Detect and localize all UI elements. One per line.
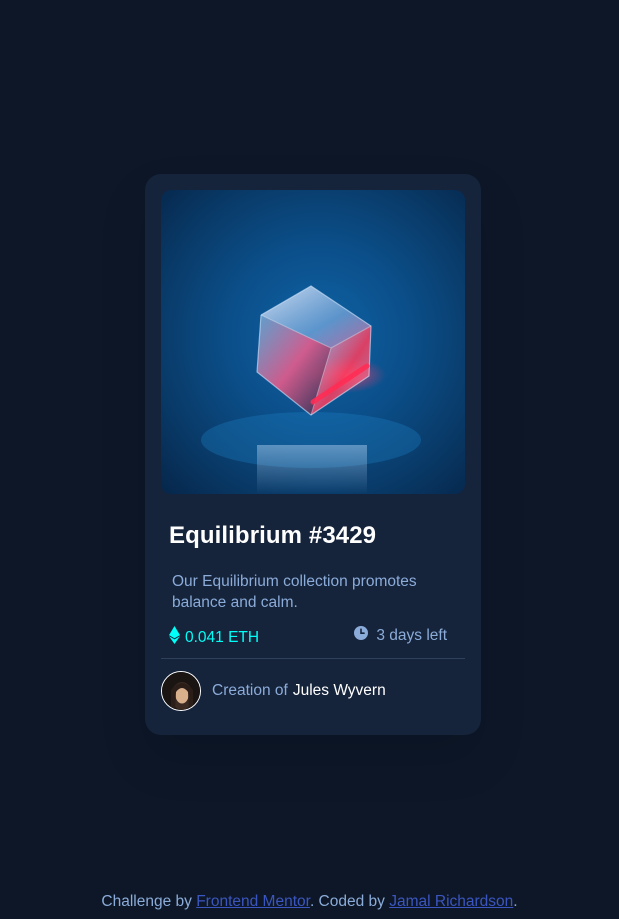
nft-title[interactable]: Equilibrium #3429	[169, 522, 376, 550]
nft-image[interactable]	[161, 190, 465, 494]
creator: Creation of Jules Wyvern	[161, 671, 386, 711]
creator-name-link[interactable]: Jules Wyvern	[293, 682, 386, 700]
avatar	[161, 671, 201, 711]
time-left-value: 3 days left	[376, 626, 447, 644]
price: 0.041 ETH	[169, 626, 259, 649]
attribution-prefix: Challenge by	[101, 893, 192, 910]
ethereum-icon	[169, 626, 180, 649]
nft-stats: 0.041 ETH 3 days left	[169, 626, 447, 646]
author-link[interactable]: Jamal Richardson	[389, 893, 513, 910]
attribution-suffix: .	[513, 893, 518, 910]
attribution: Challenge by Frontend Mentor. Coded by J…	[0, 893, 619, 911]
frontend-mentor-link[interactable]: Frontend Mentor	[196, 893, 310, 910]
nft-card: Equilibrium #3429 Our Equilibrium collec…	[145, 174, 481, 735]
clock-icon	[354, 626, 369, 645]
page: Equilibrium #3429 Our Equilibrium collec…	[0, 0, 619, 919]
time-left: 3 days left	[354, 626, 447, 645]
divider	[161, 658, 465, 659]
equilibrium-cube-image	[201, 285, 421, 494]
creator-label: Creation of	[212, 682, 288, 699]
attribution-middle: . Coded by	[309, 893, 385, 910]
nft-description: Our Equilibrium collection promotes bala…	[172, 573, 417, 611]
price-value: 0.041 ETH	[185, 628, 260, 646]
